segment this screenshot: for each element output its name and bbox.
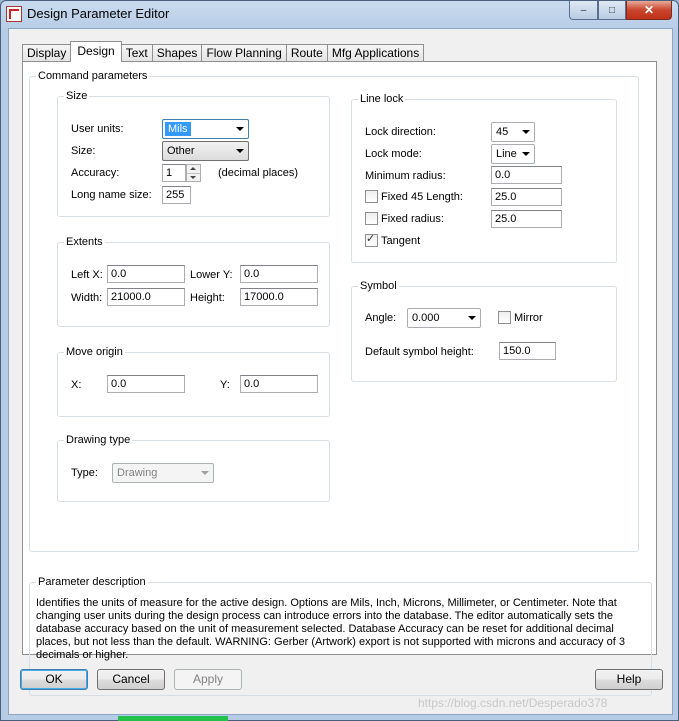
app-icon: [6, 6, 22, 22]
minimum-radius-label: Minimum radius:: [365, 170, 446, 182]
fixed-45-length-input[interactable]: 25.0: [491, 188, 562, 206]
origin-x-label: X:: [71, 379, 82, 391]
height-input[interactable]: 17000.0: [240, 288, 318, 306]
height-label: Height:: [190, 292, 225, 304]
taskbar-strip: [118, 716, 228, 721]
size-group: Size User units: Mils Size: Other Accura…: [57, 90, 330, 217]
default-symbol-height-input[interactable]: 150.0: [499, 342, 556, 360]
lock-direction-label: Lock direction:: [365, 126, 436, 138]
move-origin-group-label: Move origin: [64, 346, 125, 358]
minimum-radius-input[interactable]: 0.0: [491, 166, 562, 184]
accuracy-label: Accuracy:: [71, 167, 120, 179]
move-origin-group: Move origin X: 0.0 Y: 0.0: [57, 346, 330, 417]
long-name-size-input[interactable]: 255: [162, 186, 191, 204]
user-units-dropdown[interactable]: Mils: [162, 119, 249, 139]
command-parameters-group: Command parameters Size User units: Mils…: [29, 70, 639, 552]
chevron-down-icon: [468, 316, 476, 320]
ok-button[interactable]: OK: [20, 669, 88, 690]
tangent-checkbox[interactable]: [365, 232, 378, 247]
fixed-45-length-checkbox[interactable]: [365, 190, 378, 203]
apply-button: Apply: [174, 669, 242, 690]
size-label: Size:: [71, 145, 96, 157]
fixed-radius-input[interactable]: 25.0: [491, 210, 562, 228]
chevron-down-icon: [236, 127, 244, 131]
origin-y-input[interactable]: 0.0: [240, 375, 318, 393]
minimize-button[interactable]: –: [569, 1, 598, 20]
left-x-input[interactable]: 0.0: [107, 265, 185, 283]
tangent-label: Tangent: [381, 235, 421, 247]
angle-label: Angle:: [365, 312, 397, 324]
command-parameters-label: Command parameters: [36, 70, 150, 82]
line-lock-group-label: Line lock: [358, 93, 406, 105]
lock-direction-dropdown[interactable]: 45: [491, 122, 535, 142]
origin-y-label: Y:: [220, 379, 230, 391]
size-group-label: Size: [64, 90, 90, 102]
chevron-down-icon: [522, 130, 530, 134]
tab-display[interactable]: Display: [22, 44, 72, 62]
extents-group-label: Extents: [64, 236, 105, 248]
accuracy-input[interactable]: 1: [162, 164, 186, 182]
mirror-label: Mirror: [514, 312, 543, 324]
cancel-button[interactable]: Cancel: [97, 669, 165, 690]
lower-y-input[interactable]: 0.0: [240, 265, 318, 283]
tab-text[interactable]: Text: [120, 44, 153, 62]
width-label: Width:: [71, 292, 103, 304]
accuracy-spinner[interactable]: [186, 164, 201, 182]
design-tab-panel: Command parameters Size User units: Mils…: [22, 61, 657, 696]
origin-x-input[interactable]: 0.0: [107, 375, 185, 393]
fixed-45-length-label: Fixed 45 Length:: [381, 191, 463, 203]
watermark-text: https://blog.csdn.net/Desperado378: [418, 696, 608, 710]
mirror-checkbox[interactable]: [498, 311, 511, 324]
title-bar[interactable]: Design Parameter Editor – □ ✕: [1, 1, 678, 28]
parameter-description-text: Identifies the units of measure for the …: [36, 597, 625, 661]
maximize-button[interactable]: □: [598, 1, 626, 20]
close-button[interactable]: ✕: [626, 1, 672, 20]
dialog-client: Display Design Text Shapes Flow Planning…: [8, 28, 673, 715]
lock-mode-label: Lock mode:: [365, 148, 422, 160]
chevron-down-icon: [201, 471, 209, 475]
drawing-type-dropdown: Drawing: [112, 463, 214, 483]
accuracy-suffix: (decimal places): [218, 167, 299, 179]
window-title: Design Parameter Editor: [27, 6, 170, 21]
type-label: Type:: [71, 467, 98, 479]
tab-route[interactable]: Route: [285, 44, 328, 62]
default-symbol-height-label: Default symbol height:: [365, 346, 474, 358]
size-dropdown[interactable]: Other: [162, 141, 249, 161]
help-button[interactable]: Help: [595, 669, 663, 690]
lower-y-label: Lower Y:: [190, 269, 233, 281]
tab-shapes[interactable]: Shapes: [151, 44, 203, 62]
extents-group: Extents Left X: 0.0 Lower Y: 0.0 Width: …: [57, 236, 330, 327]
fixed-radius-label: Fixed radius:: [381, 213, 444, 225]
chevron-down-icon: [522, 152, 530, 156]
left-x-label: Left X:: [71, 269, 103, 281]
parameter-description-label: Parameter description: [36, 576, 148, 588]
width-input[interactable]: 21000.0: [107, 288, 185, 306]
fixed-radius-checkbox[interactable]: [365, 212, 378, 225]
tab-mfg-applications[interactable]: Mfg Applications: [326, 44, 425, 62]
line-lock-group: Line lock Lock direction: 45 Lock mode: …: [351, 93, 617, 263]
lock-mode-dropdown[interactable]: Line: [491, 144, 535, 164]
symbol-group-label: Symbol: [358, 280, 399, 292]
angle-dropdown[interactable]: 0.000: [407, 308, 481, 328]
user-units-label: User units:: [71, 123, 124, 135]
long-name-size-label: Long name size:: [71, 189, 152, 201]
drawing-type-group-label: Drawing type: [64, 434, 133, 446]
symbol-group: Symbol Angle: 0.000 Mirror Default symbo…: [351, 280, 617, 382]
drawing-type-group: Drawing type Type: Drawing: [57, 434, 330, 502]
chevron-down-icon: [236, 149, 244, 153]
tab-design[interactable]: Design: [70, 41, 122, 62]
dialog-window: Design Parameter Editor – □ ✕ Display De…: [0, 0, 679, 721]
tab-strip: Display Design Text Shapes Flow Planning…: [22, 41, 425, 62]
tab-flow-planning[interactable]: Flow Planning: [201, 44, 287, 62]
